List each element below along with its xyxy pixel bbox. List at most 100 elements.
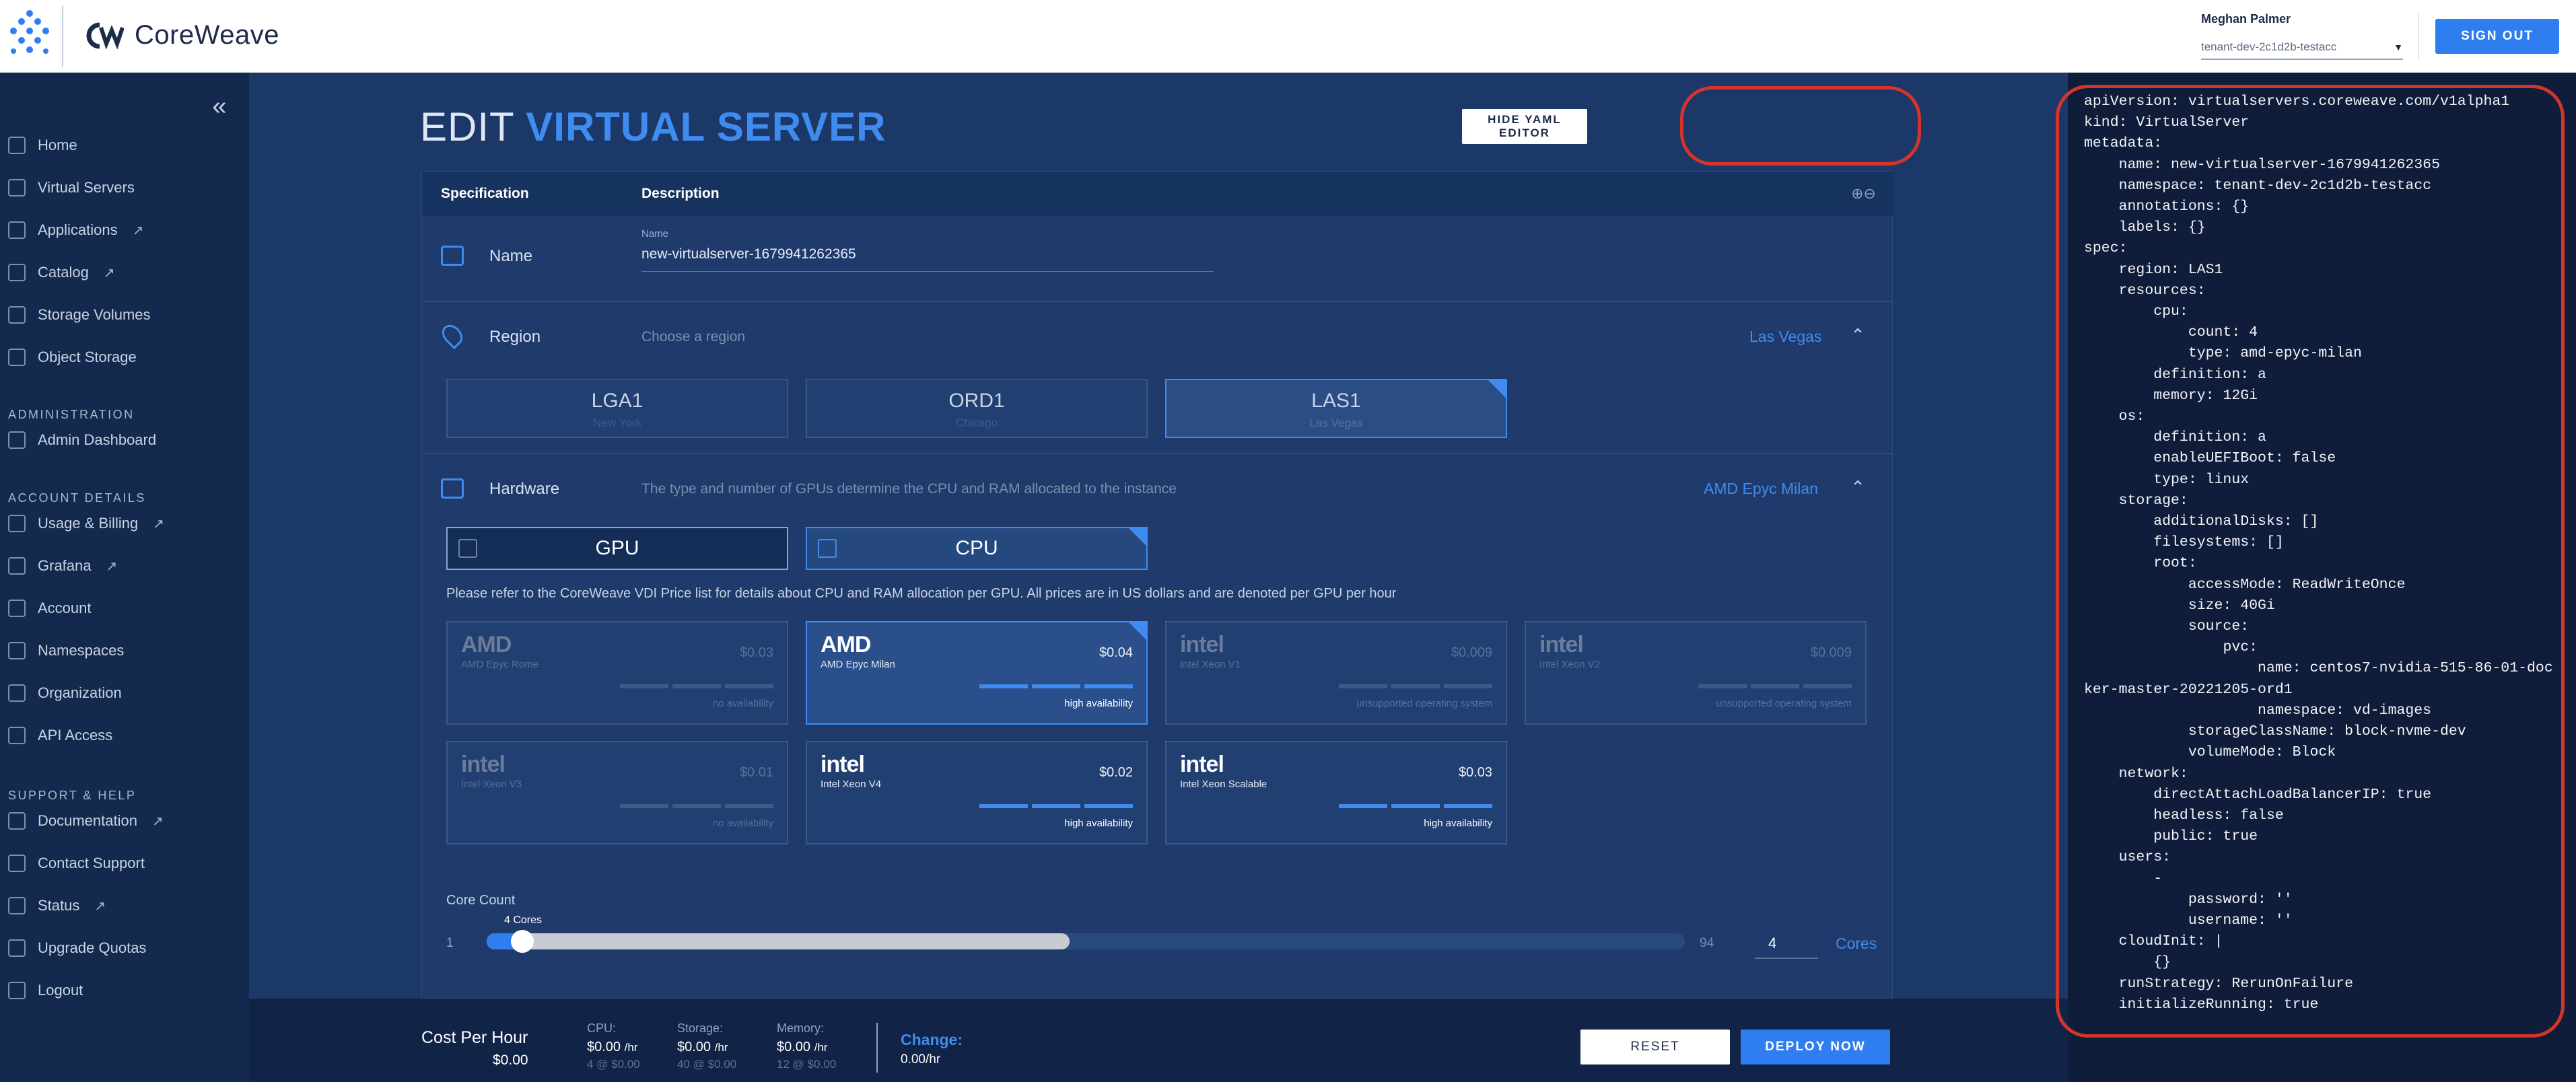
cost-per-hour-title: Cost Per Hour [421, 1028, 528, 1047]
chevron-up-icon[interactable]: ⌃ [1850, 325, 1865, 346]
hardware-availability: unsupported operating system [1716, 698, 1852, 709]
sidebar-item-storage-volumes[interactable]: Storage Volumes [8, 301, 151, 328]
cost-storage-unit: /hr [714, 1041, 728, 1054]
sidebar-item-label: Contact Support [38, 855, 145, 871]
region-option-lga1[interactable]: LGA1 New York [446, 379, 788, 438]
intel-logo-icon: intel [821, 752, 865, 777]
document-icon [8, 515, 26, 532]
spec-table-header: Specification Description ⊕⊖ [422, 172, 1893, 216]
sidebar-item-upgrade-quotas[interactable]: Upgrade Quotas [8, 935, 146, 962]
top-bar: CoreWeave Meghan Palmer tenant-dev-2c1d2… [0, 0, 2576, 73]
hardware-option-intel-xeon-v1[interactable]: intel Intel Xeon V1 $0.009 unsupported o… [1165, 621, 1507, 725]
sidebar-item-home[interactable]: Home [8, 132, 77, 159]
reset-button[interactable]: RESET [1580, 1030, 1730, 1065]
spec-card: Specification Description ⊕⊖ Name Name n… [421, 171, 1893, 999]
cost-storage-label: Storage: [677, 1021, 724, 1035]
selected-corner-icon [1129, 622, 1146, 640]
sidebar-item-namespaces[interactable]: Namespaces [8, 637, 124, 664]
cost-memory-unit: /hr [814, 1041, 828, 1054]
region-code: LAS1 [1311, 390, 1361, 412]
hardware-availability: no availability [712, 698, 773, 709]
monitor-icon [8, 179, 26, 196]
cpu-toggle[interactable]: CPU [806, 527, 1148, 570]
map-pin-icon [438, 320, 467, 350]
hardware-selected-value: AMD Epyc Milan [1704, 480, 1818, 497]
sidebar-item-object-storage[interactable]: Object Storage [8, 344, 137, 371]
hardware-option-intel-xeon-v3[interactable]: intel Intel Xeon V3 $0.01 no availabilit… [446, 741, 788, 844]
sidebar-item-usage-billing[interactable]: Usage & Billing ↗ [8, 510, 164, 537]
name-field-caption: Name [641, 228, 669, 240]
external-link-icon: ↗ [103, 265, 115, 281]
hardware-price: $0.04 [1099, 645, 1133, 660]
brand[interactable]: CoreWeave [85, 20, 279, 50]
home-icon [8, 137, 26, 154]
intel-logo-icon: intel [1180, 632, 1224, 657]
chart-icon [8, 557, 26, 575]
gpu-toggle[interactable]: GPU [446, 527, 788, 570]
coreweave-mark-icon [86, 22, 124, 49]
highlight-ring [2056, 85, 2565, 1038]
pricing-note: Please refer to the CoreWeave VDI Price … [446, 586, 1397, 601]
sidebar-item-applications[interactable]: Applications ↗ [8, 217, 143, 244]
sidebar-item-label: Virtual Servers [38, 179, 135, 196]
chevron-double-left-icon[interactable]: « [206, 93, 233, 120]
hardware-option-amd-epyc-milan[interactable]: AMD AMD Epyc Milan $0.04 high availabili… [806, 621, 1148, 725]
sidebar-item-label: Usage & Billing [38, 515, 139, 532]
expand-collapse-icon[interactable]: ⊕⊖ [1851, 185, 1876, 203]
hardware-price: $0.009 [1810, 645, 1852, 660]
availability-bars [1339, 684, 1492, 688]
sidebar-item-virtual-servers[interactable]: Virtual Servers [8, 174, 135, 201]
intel-logo-icon: intel [1180, 752, 1224, 777]
sidebar: « Home Virtual Servers Applications ↗ Ca… [0, 73, 249, 1082]
sidebar-item-catalog[interactable]: Catalog ↗ [8, 259, 115, 286]
slider-tooltip: 4 Cores [504, 914, 543, 926]
plus-icon [8, 939, 26, 957]
sidebar-item-label: Account [38, 600, 92, 616]
row-label-region: Region [489, 328, 541, 346]
hardware-option-amd-epyc-rome[interactable]: AMD AMD Epyc Rome $0.03 no availability [446, 621, 788, 725]
sidebar-item-admin-dashboard[interactable]: Admin Dashboard [8, 427, 156, 454]
availability-bars [620, 684, 773, 688]
sidebar-item-documentation[interactable]: Documentation ↗ [8, 807, 164, 834]
sidebar-item-organization[interactable]: Organization [8, 680, 122, 707]
sidebar-item-contact-support[interactable]: Contact Support [8, 850, 145, 877]
hardware-option-intel-xeon-scalable[interactable]: intel Intel Xeon Scalable $0.03 high ava… [1165, 741, 1507, 844]
sidebar-item-grafana[interactable]: Grafana ↗ [8, 552, 117, 579]
section-heading-account-details: ACCOUNT DETAILS [8, 491, 146, 505]
selected-corner-icon [1488, 380, 1506, 398]
slider-max: 94 [1700, 936, 1714, 950]
folder-icon [8, 264, 26, 281]
cost-storage-sub: 40 @ $0.00 [677, 1058, 737, 1071]
external-link-icon: ↗ [153, 516, 164, 532]
name-input[interactable]: new-virtualserver-1679941262365 [641, 246, 1214, 272]
region-option-ord1[interactable]: ORD1 Chicago [806, 379, 1148, 438]
sidebar-item-status[interactable]: Status ↗ [8, 892, 106, 919]
people-icon [8, 642, 26, 659]
availability-bars [979, 804, 1133, 808]
core-count-input[interactable]: 4 [1755, 928, 1818, 959]
availability-bars [979, 684, 1133, 688]
row-label-name: Name [489, 247, 533, 265]
region-option-las1[interactable]: LAS1 Las Vegas [1165, 379, 1507, 438]
sidebar-item-account[interactable]: Account [8, 595, 92, 622]
sidebar-item-logout[interactable]: Logout [8, 977, 83, 1004]
deploy-now-button[interactable]: DEPLOY NOW [1741, 1030, 1890, 1065]
hardware-option-intel-xeon-v4[interactable]: intel Intel Xeon V4 $0.02 high availabil… [806, 741, 1148, 844]
chevron-up-icon[interactable]: ⌃ [1850, 477, 1865, 498]
sidebar-item-api-access[interactable]: API Access [8, 722, 112, 749]
hardware-price: $0.03 [1458, 765, 1492, 780]
tenant-select[interactable]: tenant-dev-2c1d2b-testacc ▼ [2201, 36, 2403, 60]
region-city: Las Vegas [1309, 417, 1363, 429]
cost-cpu: CPU: $0.00 /hr 4 @ $0.00 [587, 1021, 640, 1071]
coreweave-dots-logo-icon [10, 10, 49, 54]
hide-yaml-editor-button[interactable]: HIDE YAML EDITOR [1462, 109, 1587, 144]
hardware-option-intel-xeon-v2[interactable]: intel Intel Xeon V2 $0.009 unsupported o… [1525, 621, 1867, 725]
slider-thumb[interactable] [511, 930, 534, 953]
sign-out-button[interactable]: SIGN OUT [2435, 19, 2559, 54]
database-icon [8, 306, 26, 324]
change-label: Change: [901, 1031, 963, 1048]
user-icon [8, 600, 26, 617]
core-count-slider[interactable] [487, 930, 1685, 953]
selected-corner-icon [1129, 528, 1146, 546]
hardware-price: $0.02 [1099, 765, 1133, 780]
